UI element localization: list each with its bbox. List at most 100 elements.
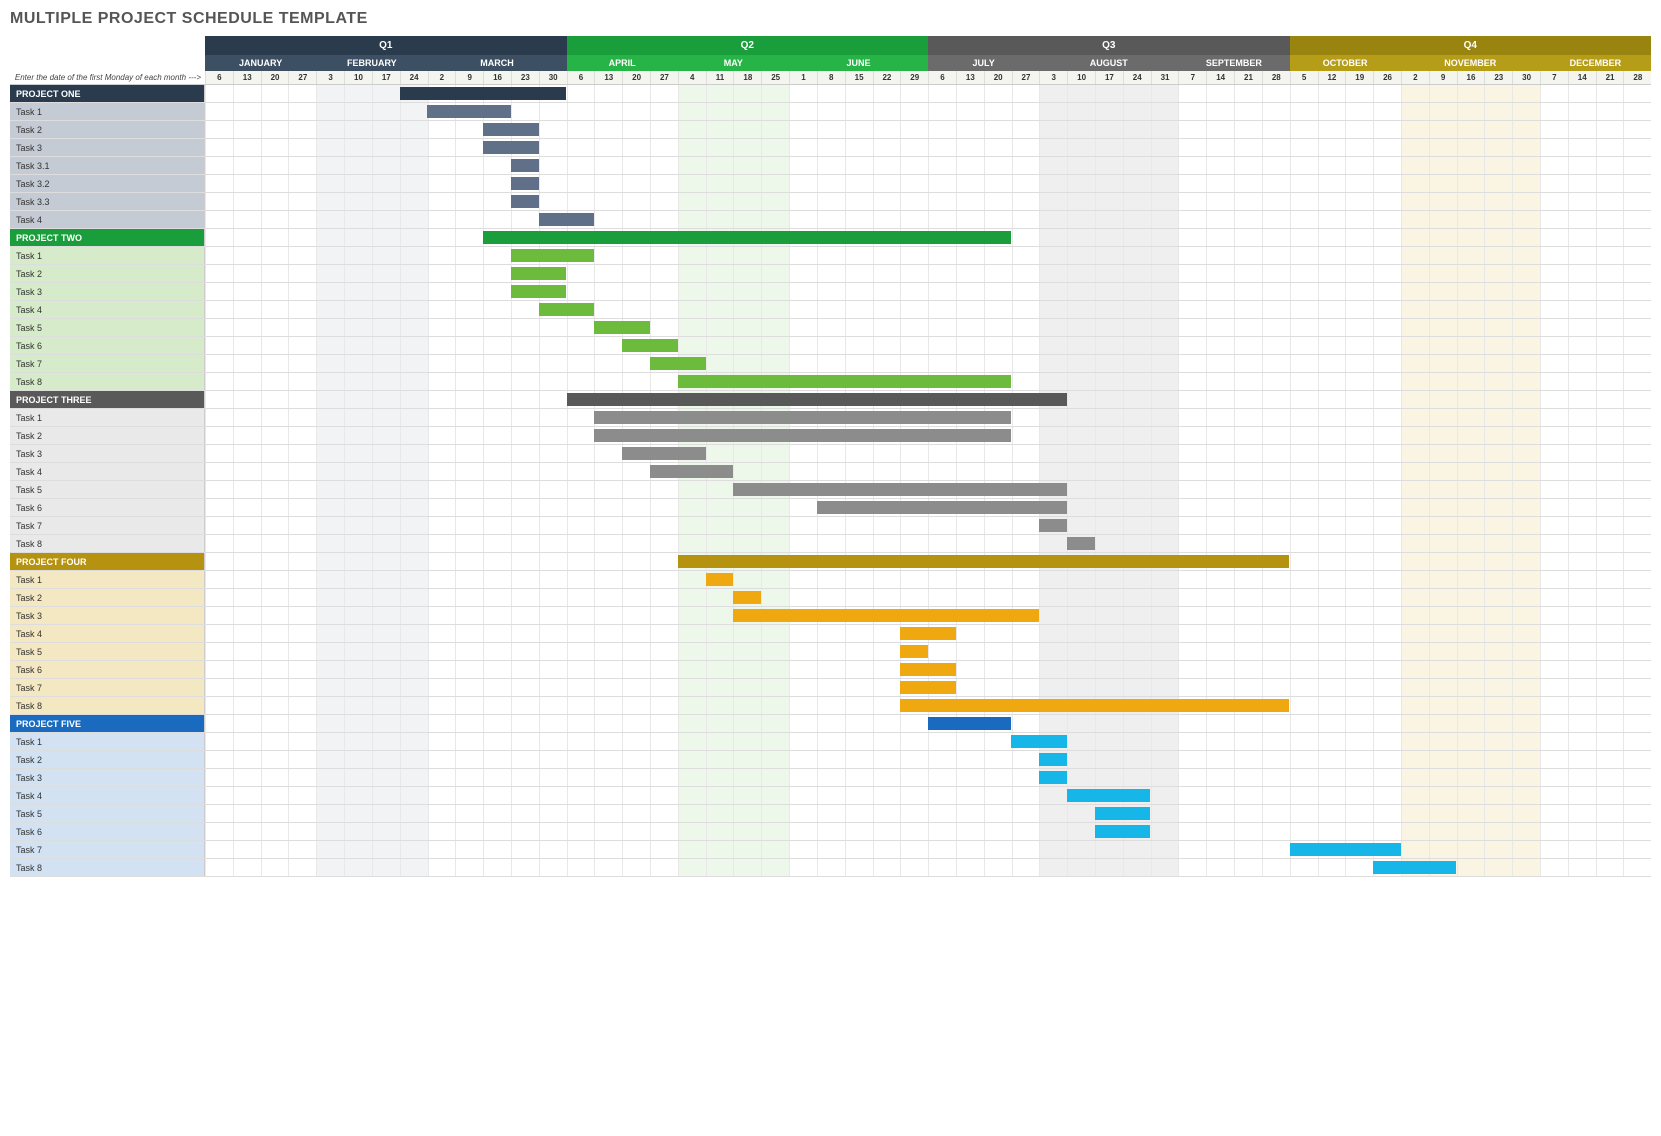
gantt-cell[interactable] — [1318, 139, 1346, 156]
gantt-cell[interactable] — [1290, 301, 1318, 318]
gantt-cell[interactable] — [1095, 607, 1123, 624]
gantt-cell[interactable] — [622, 715, 650, 732]
gantt-cell[interactable] — [539, 715, 567, 732]
gantt-cell[interactable] — [706, 139, 734, 156]
gantt-cell[interactable] — [1484, 733, 1512, 750]
gantt-cell[interactable] — [233, 211, 261, 228]
gantt-cell[interactable] — [344, 283, 372, 300]
gantt-cell[interactable] — [1178, 499, 1206, 516]
gantt-cell[interactable] — [1012, 787, 1040, 804]
gantt-cell[interactable] — [288, 805, 316, 822]
gantt-cell[interactable] — [1290, 481, 1318, 498]
gantt-cell[interactable] — [845, 571, 873, 588]
gantt-cell[interactable] — [1401, 553, 1429, 570]
gantt-cell[interactable] — [1067, 427, 1095, 444]
gantt-cell[interactable] — [233, 193, 261, 210]
gantt-cell[interactable] — [1484, 121, 1512, 138]
gantt-cell[interactable] — [1151, 463, 1179, 480]
gantt-cell[interactable] — [372, 373, 400, 390]
gantt-cell[interactable] — [1623, 769, 1651, 786]
gantt-cell[interactable] — [761, 805, 789, 822]
gantt-cell[interactable] — [761, 517, 789, 534]
gantt-cell[interactable] — [288, 589, 316, 606]
task-label[interactable]: Task 2 — [10, 751, 205, 768]
gantt-cell[interactable] — [288, 391, 316, 408]
gantt-cell[interactable] — [1039, 157, 1067, 174]
gantt-cell[interactable] — [789, 571, 817, 588]
gantt-cell[interactable] — [1012, 283, 1040, 300]
gantt-cell[interactable] — [1429, 661, 1457, 678]
gantt-cell[interactable] — [539, 769, 567, 786]
gantt-cell[interactable] — [1234, 211, 1262, 228]
gantt-cell[interactable] — [900, 751, 928, 768]
gantt-cell[interactable] — [372, 481, 400, 498]
gantt-cell[interactable] — [1123, 355, 1151, 372]
gantt-cell[interactable] — [733, 139, 761, 156]
gantt-cell[interactable] — [650, 715, 678, 732]
gantt-cell[interactable] — [1067, 193, 1095, 210]
gantt-cell[interactable] — [1568, 175, 1596, 192]
gantt-cell[interactable] — [261, 553, 289, 570]
gantt-cell[interactable] — [1373, 103, 1401, 120]
gantt-cell[interactable] — [1373, 751, 1401, 768]
gantt-cell[interactable] — [344, 589, 372, 606]
gantt-cell[interactable] — [288, 769, 316, 786]
gantt-cell[interactable] — [1151, 391, 1179, 408]
gantt-cell[interactable] — [1623, 193, 1651, 210]
gantt-cell[interactable] — [817, 517, 845, 534]
gantt-cell[interactable] — [205, 607, 233, 624]
gantt-cell[interactable] — [1234, 679, 1262, 696]
gantt-cell[interactable] — [205, 715, 233, 732]
gantt-cell[interactable] — [817, 571, 845, 588]
gantt-bar[interactable] — [1067, 789, 1150, 802]
gantt-cell[interactable] — [1262, 193, 1290, 210]
gantt-cell[interactable] — [483, 355, 511, 372]
gantt-cell[interactable] — [1067, 661, 1095, 678]
gantt-cell[interactable] — [706, 211, 734, 228]
gantt-cell[interactable] — [1206, 103, 1234, 120]
gantt-cell[interactable] — [984, 157, 1012, 174]
gantt-cell[interactable] — [567, 643, 595, 660]
gantt-cell[interactable] — [1596, 337, 1624, 354]
gantt-cell[interactable] — [1429, 787, 1457, 804]
gantt-cell[interactable] — [761, 121, 789, 138]
gantt-cell[interactable] — [622, 499, 650, 516]
gantt-cell[interactable] — [733, 517, 761, 534]
gantt-cell[interactable] — [761, 679, 789, 696]
gantt-cell[interactable] — [1484, 607, 1512, 624]
gantt-cell[interactable] — [1262, 463, 1290, 480]
gantt-cell[interactable] — [400, 463, 428, 480]
gantt-cell[interactable] — [567, 517, 595, 534]
gantt-cell[interactable] — [1568, 283, 1596, 300]
gantt-cell[interactable] — [1429, 103, 1457, 120]
gantt-cell[interactable] — [1234, 607, 1262, 624]
gantt-cell[interactable] — [1206, 823, 1234, 840]
task-label[interactable]: Task 8 — [10, 535, 205, 552]
gantt-cell[interactable] — [1151, 211, 1179, 228]
gantt-cell[interactable] — [1123, 301, 1151, 318]
gantt-cell[interactable] — [1457, 265, 1485, 282]
gantt-cell[interactable] — [1206, 643, 1234, 660]
gantt-cell[interactable] — [1290, 283, 1318, 300]
gantt-cell[interactable] — [233, 589, 261, 606]
gantt-cell[interactable] — [733, 535, 761, 552]
gantt-cell[interactable] — [1457, 409, 1485, 426]
gantt-cell[interactable] — [1401, 175, 1429, 192]
gantt-cell[interactable] — [428, 841, 456, 858]
gantt-cell[interactable] — [650, 517, 678, 534]
gantt-cell[interactable] — [984, 643, 1012, 660]
gantt-cell[interactable] — [1039, 643, 1067, 660]
gantt-cell[interactable] — [1290, 607, 1318, 624]
gantt-cell[interactable] — [344, 535, 372, 552]
gantt-cell[interactable] — [1262, 139, 1290, 156]
gantt-cell[interactable] — [1178, 373, 1206, 390]
gantt-cell[interactable] — [1290, 679, 1318, 696]
gantt-cell[interactable] — [511, 355, 539, 372]
gantt-cell[interactable] — [706, 697, 734, 714]
gantt-cell[interactable] — [622, 571, 650, 588]
gantt-cell[interactable] — [984, 265, 1012, 282]
gantt-cell[interactable] — [845, 319, 873, 336]
gantt-cell[interactable] — [1429, 553, 1457, 570]
gantt-cell[interactable] — [622, 373, 650, 390]
gantt-cell[interactable] — [650, 769, 678, 786]
